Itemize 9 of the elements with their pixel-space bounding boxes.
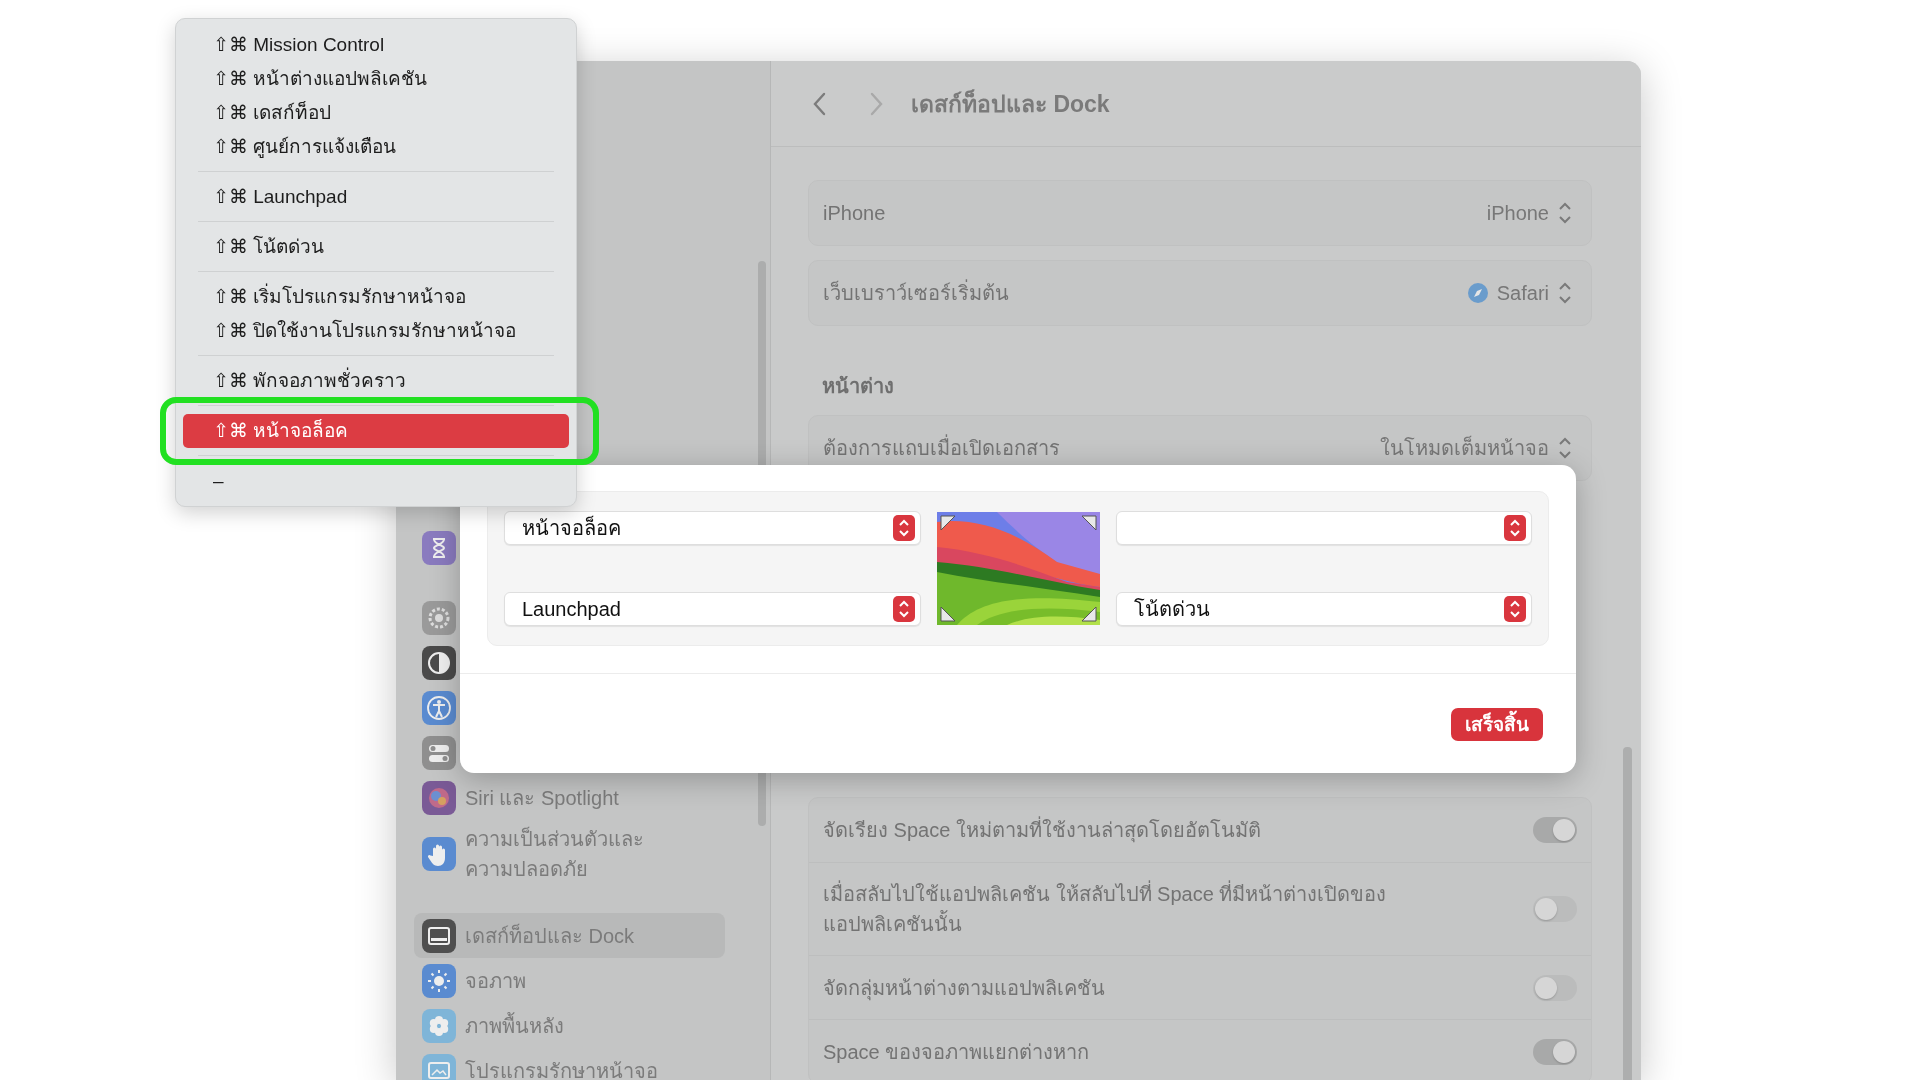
window-title: เดสก์ท็อปและ Dock bbox=[911, 88, 1110, 119]
setting-label: จัดกลุ่มหน้าต่างตามแอปพลิเคชัน bbox=[823, 975, 1105, 1003]
setting-label: Space ของจอภาพแยกต่างหาก bbox=[823, 1039, 1090, 1065]
setting-label: เว็บเบราว์เซอร์เริ่มต้น bbox=[823, 262, 1009, 324]
section-heading: หน้าต่าง bbox=[822, 374, 895, 399]
setting-label: เมื่อสลับไปใช้แอปพลิเคชัน ให้สลับไปที่ Space ที่มีหน้าต่างเปิดของแอปพลิเคชันนั้น bbox=[823, 863, 1423, 955]
setting-label: ต้องการแถบเมื่อเปิดเอกสาร bbox=[823, 417, 1060, 479]
setting-label: iPhone bbox=[823, 201, 886, 226]
setting-label: จัดเรียง Space ใหม่ตามที่ใช้งานล่าสุดโดยอัตโนมัติ bbox=[823, 799, 1261, 861]
